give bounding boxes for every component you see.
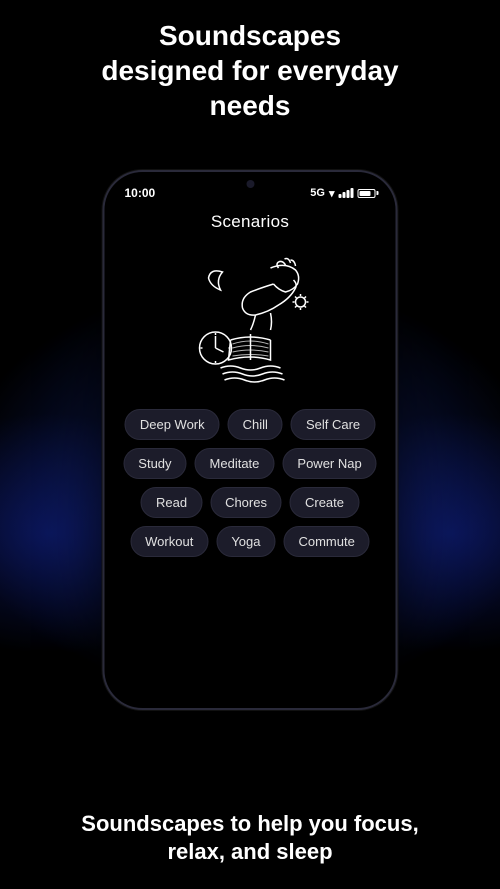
signal-bar-3 [347, 190, 350, 198]
phone-mockup: 10:00 5G ▾ Scenarios [103, 170, 398, 710]
chip-power-nap[interactable]: Power Nap [282, 448, 376, 479]
status-time: 10:00 [125, 186, 156, 200]
phone-outer-shell: 10:00 5G ▾ Scenarios [103, 170, 398, 710]
chip-yoga[interactable]: Yoga [216, 526, 275, 557]
battery-fill [360, 191, 371, 196]
chips-row-3: Read Chores Create [141, 487, 359, 518]
screen-content: Scenarios [105, 204, 396, 708]
chip-create[interactable]: Create [290, 487, 359, 518]
chip-chores[interactable]: Chores [210, 487, 282, 518]
chip-deep-work[interactable]: Deep Work [125, 409, 220, 440]
chip-meditate[interactable]: Meditate [195, 448, 275, 479]
battery-icon [358, 189, 376, 198]
chips-row-1: Deep Work Chill Self Care [125, 409, 375, 440]
phone-notch [205, 172, 295, 194]
wifi-icon: ▾ [329, 187, 335, 200]
chip-commute[interactable]: Commute [283, 526, 369, 557]
phone-screen: 10:00 5G ▾ Scenarios [105, 172, 396, 708]
signal-bar-1 [339, 194, 342, 198]
signal-bar-2 [343, 192, 346, 198]
signal-bars-icon [339, 188, 354, 198]
chips-row-4: Workout Yoga Commute [130, 526, 370, 557]
chips-row-2: Study Meditate Power Nap [123, 448, 376, 479]
chip-study[interactable]: Study [123, 448, 186, 479]
footer-text: Soundscapes to help you focus, relax, an… [0, 810, 500, 867]
chip-workout[interactable]: Workout [130, 526, 208, 557]
camera-dot [246, 180, 254, 188]
chip-self-care[interactable]: Self Care [291, 409, 375, 440]
signal-bar-4 [351, 188, 354, 198]
chip-read[interactable]: Read [141, 487, 202, 518]
chip-chill[interactable]: Chill [228, 409, 283, 440]
network-label: 5G [310, 187, 325, 199]
chips-container: Deep Work Chill Self Care Study Meditate… [105, 409, 396, 557]
scenarios-illustration [160, 240, 340, 395]
scenarios-title: Scenarios [211, 212, 289, 232]
status-icons: 5G ▾ [310, 187, 375, 200]
headline: Soundscapes designed for everyday needs [0, 18, 500, 123]
